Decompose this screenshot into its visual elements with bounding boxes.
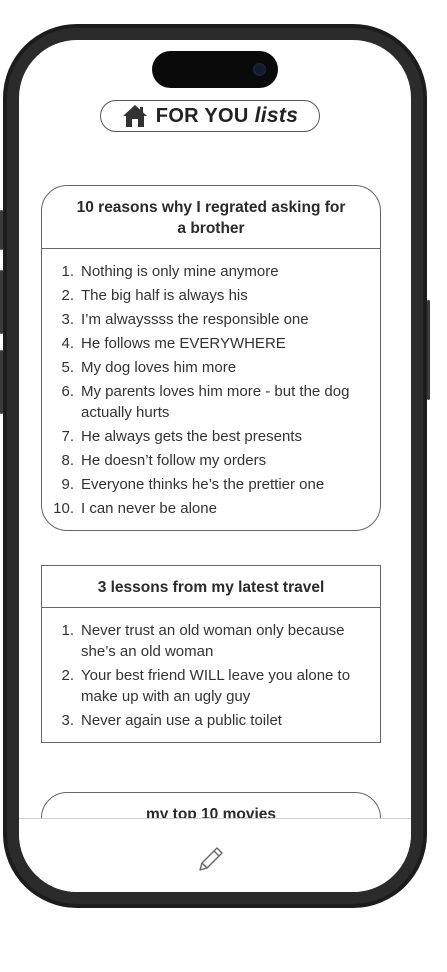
card-title: 10 reasons why I regrated asking for a b…	[42, 186, 380, 249]
page-title: FOR YOU lists	[156, 104, 298, 128]
list-item: 7. He always gets the best presents	[61, 428, 302, 445]
volume-down-button	[0, 350, 3, 414]
card-list: 1. Nothing is only mine anymore 2. The big…	[42, 249, 380, 530]
card-title: 3 lessons from my latest travel	[42, 566, 380, 608]
list-item: 4. He follows me EVERYWHERE	[61, 335, 286, 352]
volume-up-button	[0, 270, 3, 334]
list-item: 9. Everyone thinks he’s the prettier one	[61, 476, 325, 493]
list-item: 3. Never again use a public toilet	[61, 712, 282, 729]
home-icon	[122, 105, 147, 127]
page-title-main: FOR YOU	[155, 105, 249, 127]
action-button	[0, 210, 3, 250]
bottom-toolbar	[19, 818, 411, 892]
page-title-italic: lists	[254, 104, 299, 127]
list-item: 8. He doesn’t follow my orders	[61, 452, 267, 469]
card-list: 1. Never trust an old woman only because …	[42, 608, 380, 742]
header-title-pill: FOR YOU lists	[100, 100, 320, 132]
list-item: 3. I’m alwayssss the responsible one	[61, 311, 309, 328]
list-item: 5. My dog loves him more	[61, 359, 237, 376]
list-item: 6. My parents loves him more - but the do…	[61, 383, 350, 421]
list-card-travel[interactable]: 3 lessons from my latest travel 1. Never …	[41, 565, 381, 743]
list-item: 10. I can never be alone	[53, 500, 217, 517]
list-item: 1. Never trust an old woman only because …	[61, 622, 345, 660]
list-item: 2. Your best friend WILL leave you alone …	[61, 667, 351, 705]
list-card-brother[interactable]: 10 reasons why I regrated asking for a b…	[41, 185, 381, 531]
power-button	[427, 300, 430, 400]
camera-icon	[253, 63, 266, 76]
list-item: 1. Nothing is only mine anymore	[61, 263, 279, 280]
list-item: 2. The big half is always his	[61, 287, 248, 304]
pencil-icon[interactable]	[195, 843, 227, 875]
screen: FOR YOU lists 10 reasons why I regrated a…	[19, 40, 411, 892]
dynamic-island	[152, 51, 278, 88]
